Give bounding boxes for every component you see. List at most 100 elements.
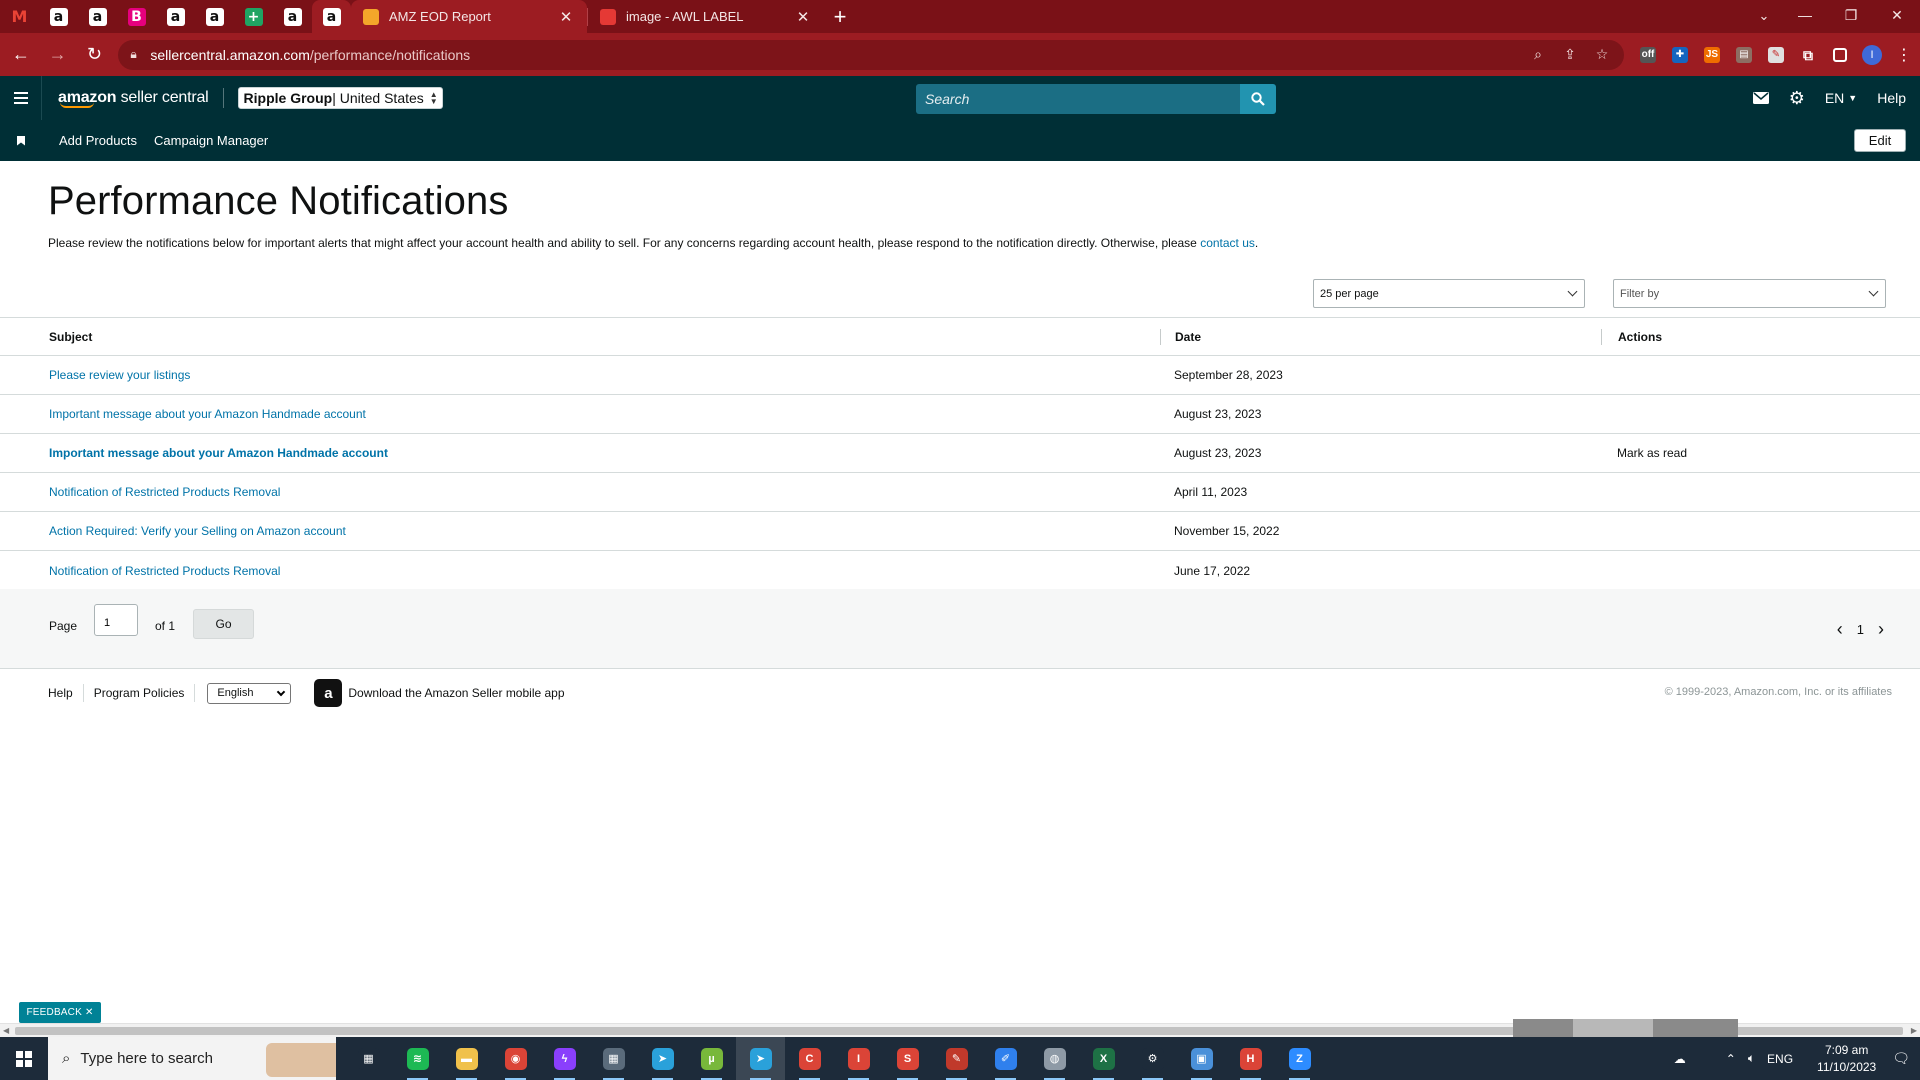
chevron-right-icon[interactable]: › [1878,619,1884,640]
account-switcher[interactable]: Ripple Group | United States ▲ ▼ [237,87,443,109]
taskbar-tool-app-icon[interactable]: ✎ [932,1037,981,1080]
notification-subject-link[interactable]: Important message about your Amazon Hand… [49,407,366,421]
download-app-link[interactable]: Download the Amazon Seller mobile app [348,686,564,700]
taskbar-paint-palette-icon[interactable]: ◍ [1030,1037,1079,1080]
pinned-tab-gmail[interactable]: M [0,0,39,33]
per-page-select[interactable]: 25 per page [1313,279,1585,308]
pinned-tab-amazon[interactable]: a [156,0,195,33]
taskbar-file-explorer-icon[interactable]: ▬ [442,1037,491,1080]
chevron-left-icon[interactable]: ‹ [1837,619,1843,640]
taskbar-zoom-icon[interactable]: Z [1275,1037,1324,1080]
taskbar-utorrent-icon[interactable]: µ [687,1037,736,1080]
taskbar-settings-icon[interactable]: ⚙ [1128,1037,1177,1080]
notifications-table: Subject Date Actions Please review your … [0,317,1920,591]
edit-bookmarks-button[interactable]: Edit [1854,129,1906,152]
taskbar-chrome-profile-h-icon[interactable]: H [1226,1037,1275,1080]
feedback-button[interactable]: FEEDBACK ✕ [19,1002,101,1023]
scroll-right-icon[interactable]: ▶ [1911,1026,1917,1035]
current-page[interactable]: 1 [1857,622,1864,637]
contact-us-link[interactable]: contact us [1200,236,1255,250]
amazon-app-icon[interactable]: a [314,679,343,707]
tab-amz-eod-report[interactable]: AMZ EOD Report ✕ [351,0,587,33]
tray-chevron-icon[interactable]: ⌃ [1726,1052,1736,1066]
taskbar-chrome-profile-s-icon[interactable]: S [883,1037,932,1080]
settings-gear-icon[interactable]: ⚙ [1789,88,1805,109]
notification-subject-link[interactable]: Important message about your Amazon Hand… [49,446,388,460]
taskbar-chrome-profile-i-icon[interactable]: I [834,1037,883,1080]
profile-avatar[interactable]: I [1856,39,1888,71]
filter-by-select[interactable]: Filter by [1613,279,1886,308]
taskbar-telegram-active-icon[interactable]: ➤ [736,1037,785,1080]
notification-subject-link[interactable]: Please review your listings [49,368,190,382]
taskbar-chrome-icon[interactable]: ◉ [491,1037,540,1080]
mark-as-read-action[interactable]: Mark as read [1601,446,1920,460]
reload-icon[interactable]: ↻ [79,39,111,71]
taskbar-chrome-profile-c-icon[interactable]: C [785,1037,834,1080]
taskbar-paint-app-icon[interactable]: ✐ [981,1037,1030,1080]
close-tab-icon[interactable]: ✕ [794,8,812,26]
taskbar-messenger-icon[interactable]: ϟ [540,1037,589,1080]
pinned-tab-b-app[interactable]: B [117,0,156,33]
tab-awl-label[interactable]: image - AWL LABEL ✕ [588,0,824,33]
mail-icon[interactable] [1752,92,1769,104]
tab-search-chevron-icon[interactable]: ⌄ [1748,4,1780,28]
footer-help-link[interactable]: Help [48,686,73,700]
b-app-icon: B [127,7,146,26]
search-button[interactable] [1240,84,1276,114]
address-bar[interactable]: 🔒︎ sellercentral.amazon.com/performance/… [118,39,1624,70]
volume-icon[interactable]: 🔈︎ [1748,1051,1755,1066]
scroll-left-icon[interactable]: ◀ [3,1026,9,1035]
pinned-tab-sheets[interactable]: + [234,0,273,33]
pinned-tab-amazon[interactable]: a [312,0,351,33]
weather-icon[interactable]: ☁ [1674,1052,1686,1066]
pinned-tab-amazon[interactable]: a [78,0,117,33]
close-window-icon[interactable]: ✕ [1874,0,1920,30]
taskbar-calculator-icon[interactable]: ▦ [589,1037,638,1080]
share-icon[interactable]: ⇪ [1554,46,1586,63]
back-arrow-icon[interactable]: ← [5,39,37,71]
taskbar-spotify-icon[interactable]: ≋ [393,1037,442,1080]
pinned-tab-amazon[interactable]: a [39,0,78,33]
close-tab-icon[interactable]: ✕ [557,8,575,26]
extension-image-icon[interactable]: ▤ [1728,39,1760,71]
restore-icon[interactable]: ❐ [1828,0,1874,30]
pinned-tab-amazon[interactable]: a [273,0,312,33]
extension-js-icon[interactable]: JS [1696,39,1728,71]
extension-edit-icon[interactable]: ✎ [1760,39,1792,71]
forward-arrow-icon[interactable]: → [42,39,74,71]
zoom-icon[interactable]: ⌕ [1522,46,1554,63]
bookmark-icon[interactable] [0,135,42,146]
input-language[interactable]: ENG [1767,1052,1793,1066]
taskbar-remote-app-icon[interactable]: ▣ [1177,1037,1226,1080]
chevron-down-icon [1567,286,1578,297]
nav-add-products[interactable]: Add Products [59,133,137,148]
bookmark-star-icon[interactable]: ☆ [1586,46,1618,63]
notifications-icon[interactable]: 🗨︎ [1892,1050,1910,1067]
language-selector[interactable]: EN ▼ [1825,90,1857,106]
page-number-input[interactable] [94,604,138,636]
nav-campaign-manager[interactable]: Campaign Manager [154,133,268,148]
notification-subject-link[interactable]: Notification of Restricted Products Remo… [49,485,280,499]
extension-off-icon[interactable]: off [1632,39,1664,71]
side-panel-icon[interactable] [1824,39,1856,71]
new-tab-button[interactable]: + [824,0,856,33]
go-button[interactable]: Go [193,609,254,639]
extensions-puzzle-icon[interactable]: ⧉ [1792,39,1824,71]
windows-start-icon[interactable] [0,1037,48,1080]
taskbar-excel-icon[interactable]: X [1079,1037,1128,1080]
help-link[interactable]: Help [1877,90,1906,106]
search-input[interactable] [916,84,1240,114]
program-policies-link[interactable]: Program Policies [94,686,185,700]
minimize-icon[interactable]: — [1782,0,1828,30]
browser-menu-icon[interactable]: ⋮ [1888,39,1920,71]
notification-subject-link[interactable]: Action Required: Verify your Selling on … [49,524,346,538]
footer-language-select[interactable]: English [207,682,292,704]
taskbar-task-view-icon[interactable]: ▦ [344,1037,393,1080]
taskbar-telegram-icon[interactable]: ➤ [638,1037,687,1080]
taskbar-search[interactable]: ⌕ Type here to search [48,1037,336,1080]
pinned-tab-amazon[interactable]: a [195,0,234,33]
hamburger-menu-icon[interactable] [0,76,42,120]
notification-subject-link[interactable]: Notification of Restricted Products Remo… [49,564,280,578]
clock[interactable]: 7:09 am 11/10/2023 [1817,1042,1876,1076]
extension-blue-icon[interactable]: ✚ [1664,39,1696,71]
